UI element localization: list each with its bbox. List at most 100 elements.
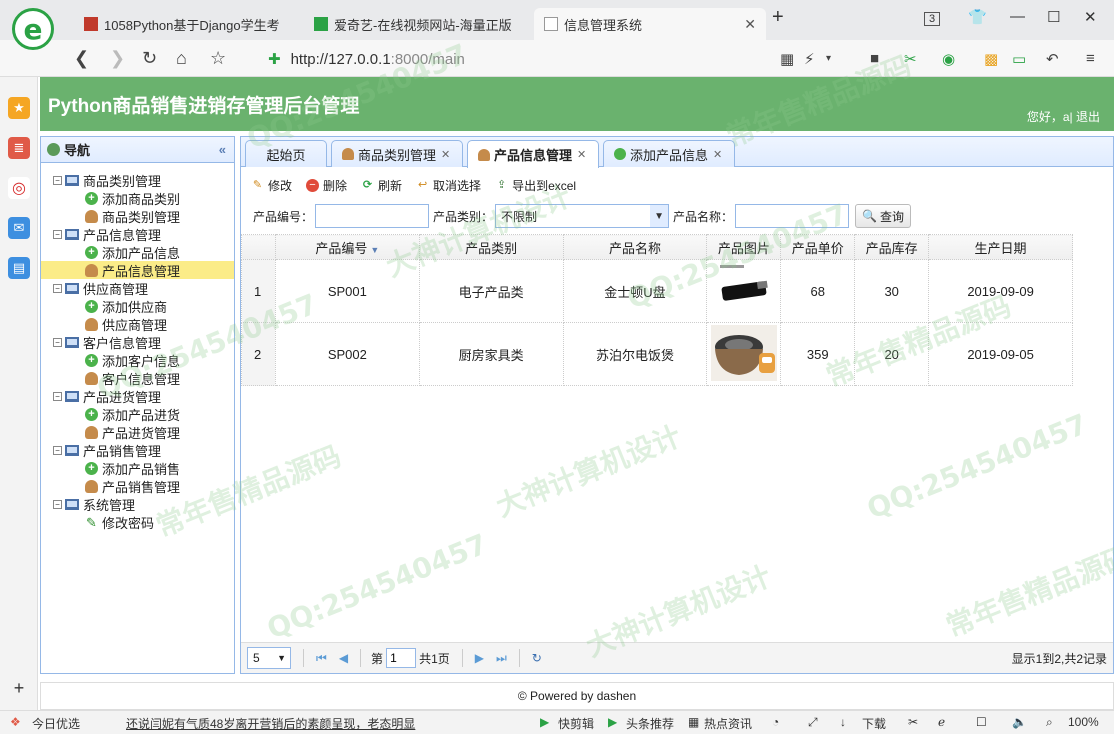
prev-page-icon[interactable]: ◀ xyxy=(339,651,348,665)
ie-icon[interactable]: ℯ xyxy=(938,715,945,729)
translate-icon[interactable]: ◉ xyxy=(942,50,955,68)
close-tab-icon[interactable]: ✕ xyxy=(577,148,586,161)
hot-news-link[interactable]: 热点资讯 xyxy=(704,715,752,732)
lightning-icon[interactable]: ⚡ xyxy=(804,50,815,68)
collapse-toggle-icon[interactable]: − xyxy=(53,337,62,347)
extension-icon[interactable]: ■ xyxy=(870,50,879,67)
window-icon[interactable]: ☐ xyxy=(976,715,987,729)
download-link[interactable]: 下载 xyxy=(862,715,886,732)
mail-icon[interactable]: ✉ xyxy=(8,217,30,239)
delete-button[interactable]: − 删除 xyxy=(306,177,347,194)
scissors-icon[interactable]: ✂ xyxy=(904,50,917,68)
next-page-icon[interactable]: ▶ xyxy=(475,651,484,665)
speed-icon[interactable]: ◔ xyxy=(772,715,779,729)
collapse-toggle-icon[interactable]: − xyxy=(53,229,62,239)
bookmark-star-icon[interactable]: ☆ xyxy=(210,48,226,69)
first-page-icon[interactable]: ⏮ xyxy=(316,651,327,666)
browser-tab-active[interactable]: 信息管理系统 ✕ xyxy=(534,8,766,40)
nav-item[interactable]: + 添加产品信息 xyxy=(41,243,234,261)
tab-add-product[interactable]: 添加产品信息 ✕ xyxy=(603,140,735,167)
page-number-input[interactable] xyxy=(386,648,417,668)
browser-tab-2[interactable]: 爱奇艺-在线视频网站-海量正版 xyxy=(304,8,528,40)
scissor-icon[interactable]: ✂ xyxy=(908,715,918,729)
tab-counter[interactable]: 3 xyxy=(924,12,941,26)
collapse-toggle-icon[interactable]: − xyxy=(53,445,62,455)
battery-icon[interactable]: ▭ xyxy=(1012,50,1026,68)
news-link[interactable]: 还说闫妮有气质48岁离开营销后的素颜呈现，老态明显 xyxy=(126,715,415,732)
gift-icon[interactable]: ❖ xyxy=(10,715,21,729)
close-window-icon[interactable]: ✕ xyxy=(1084,8,1097,26)
collapse-toggle-icon[interactable]: − xyxy=(53,283,62,293)
nav-group[interactable]: − 供应商管理 xyxy=(41,279,234,297)
nav-item[interactable]: + 添加商品类别 xyxy=(41,189,234,207)
menu-icon[interactable]: ≡ xyxy=(1086,50,1095,67)
favorites-star-icon[interactable]: ★ xyxy=(8,97,30,119)
nav-item[interactable]: + 添加客户信息 xyxy=(41,351,234,369)
cursor-icon[interactable]: ⤢ xyxy=(808,715,818,730)
browser-tab-1[interactable]: 1058Python基于Django学生考 xyxy=(74,8,304,40)
nav-item[interactable]: 供应商管理 xyxy=(41,315,234,333)
zoom-level[interactable]: 100% xyxy=(1068,715,1099,729)
table-row[interactable]: 2 SP002 厨房家具类 苏泊尔电饭煲 359 20 2019-09-05 xyxy=(241,322,1073,386)
nav-item[interactable]: ✎ 修改密码 xyxy=(41,513,234,531)
nav-item[interactable]: + 添加产品进货 xyxy=(41,405,234,423)
document-icon[interactable]: ▤ xyxy=(8,257,30,279)
nav-group[interactable]: − 商品类别管理 xyxy=(41,171,234,189)
collapse-toggle-icon[interactable]: − xyxy=(53,175,62,185)
column-header[interactable]: 产品图片 xyxy=(706,234,782,260)
nav-group[interactable]: − 产品信息管理 xyxy=(41,225,234,243)
nav-item[interactable]: 产品信息管理 xyxy=(41,261,234,279)
refresh-button[interactable]: ⟳ 刷新 xyxy=(361,177,402,194)
nav-item[interactable]: + 添加产品销售 xyxy=(41,459,234,477)
table-row[interactable]: 1 SP001 电子产品类 金士顿U盘 68 30 2019-09-09 xyxy=(241,259,1073,323)
apps-icon[interactable]: ▩ xyxy=(984,50,998,68)
nav-item[interactable]: + 添加供应商 xyxy=(41,297,234,315)
collapse-toggle-icon[interactable]: − xyxy=(53,499,62,509)
home-icon[interactable]: ⌂ xyxy=(176,48,187,69)
qr-code-icon[interactable]: ▦ xyxy=(780,50,794,68)
product-type-select[interactable]: 不限制 ▼ xyxy=(495,204,670,228)
column-header[interactable]: 产品库存 xyxy=(854,234,930,260)
collapse-toggle-icon[interactable]: − xyxy=(53,391,62,401)
query-button[interactable]: 🔍 查询 xyxy=(855,204,912,228)
reload-page-icon[interactable]: ↻ xyxy=(532,651,542,665)
weibo-icon[interactable]: ◎ xyxy=(8,177,30,199)
page-size-select[interactable]: 5 ▼ xyxy=(247,647,291,669)
headline-link[interactable]: 头条推荐 xyxy=(626,715,674,732)
column-header[interactable]: 产品名称 xyxy=(562,234,708,260)
close-tab-icon[interactable]: ✕ xyxy=(441,148,450,161)
column-header[interactable]: 产品编号 ▼ xyxy=(274,234,420,260)
product-code-input[interactable] xyxy=(315,204,430,228)
forward-icon[interactable]: ❯ xyxy=(110,48,125,69)
url-field[interactable]: ✚ http://127.0.0.1:8000/main xyxy=(268,46,848,72)
nav-group[interactable]: − 客户信息管理 xyxy=(41,333,234,351)
new-tab-icon[interactable]: + xyxy=(772,6,784,29)
nav-group[interactable]: − 产品进货管理 xyxy=(41,387,234,405)
last-page-icon[interactable]: ⏭ xyxy=(496,651,507,666)
unselect-button[interactable]: ↩ 取消选择 xyxy=(416,177,481,194)
collapse-panel-icon[interactable]: « xyxy=(219,142,226,157)
reload-icon[interactable]: ↻ xyxy=(142,48,157,69)
column-header[interactable]: 产品类别 xyxy=(418,234,564,260)
product-name-input[interactable] xyxy=(735,204,850,228)
nav-item[interactable]: 客户信息管理 xyxy=(41,369,234,387)
notes-icon[interactable]: ≣ xyxy=(8,137,30,159)
chevron-down-icon[interactable]: ▾ xyxy=(826,53,831,64)
tab-category-manage[interactable]: 商品类别管理 ✕ xyxy=(331,140,463,167)
minimize-icon[interactable]: — xyxy=(1010,8,1025,25)
close-tab-icon[interactable]: ✕ xyxy=(744,16,756,33)
nav-item[interactable]: 产品进货管理 xyxy=(41,423,234,441)
edit-button[interactable]: ✎ 修改 xyxy=(251,177,292,194)
column-header[interactable]: 产品单价 xyxy=(780,234,856,260)
undo-icon[interactable]: ↶ xyxy=(1046,50,1059,68)
user-greeting-logout[interactable]: 您好，a| 退出 xyxy=(1027,108,1100,125)
today-picks-link[interactable]: 今日优选 xyxy=(32,715,80,732)
maximize-icon[interactable]: ☐ xyxy=(1047,8,1060,26)
export-excel-button[interactable]: ⇪ 导出到excel xyxy=(495,177,576,194)
back-icon[interactable]: ❮ xyxy=(74,48,89,69)
add-sidebar-icon[interactable]: + xyxy=(8,677,30,699)
column-header[interactable]: 生产日期 xyxy=(928,234,1073,260)
nav-item[interactable]: 产品销售管理 xyxy=(41,477,234,495)
nav-item[interactable]: 商品类别管理 xyxy=(41,207,234,225)
nav-group[interactable]: − 系统管理 xyxy=(41,495,234,513)
